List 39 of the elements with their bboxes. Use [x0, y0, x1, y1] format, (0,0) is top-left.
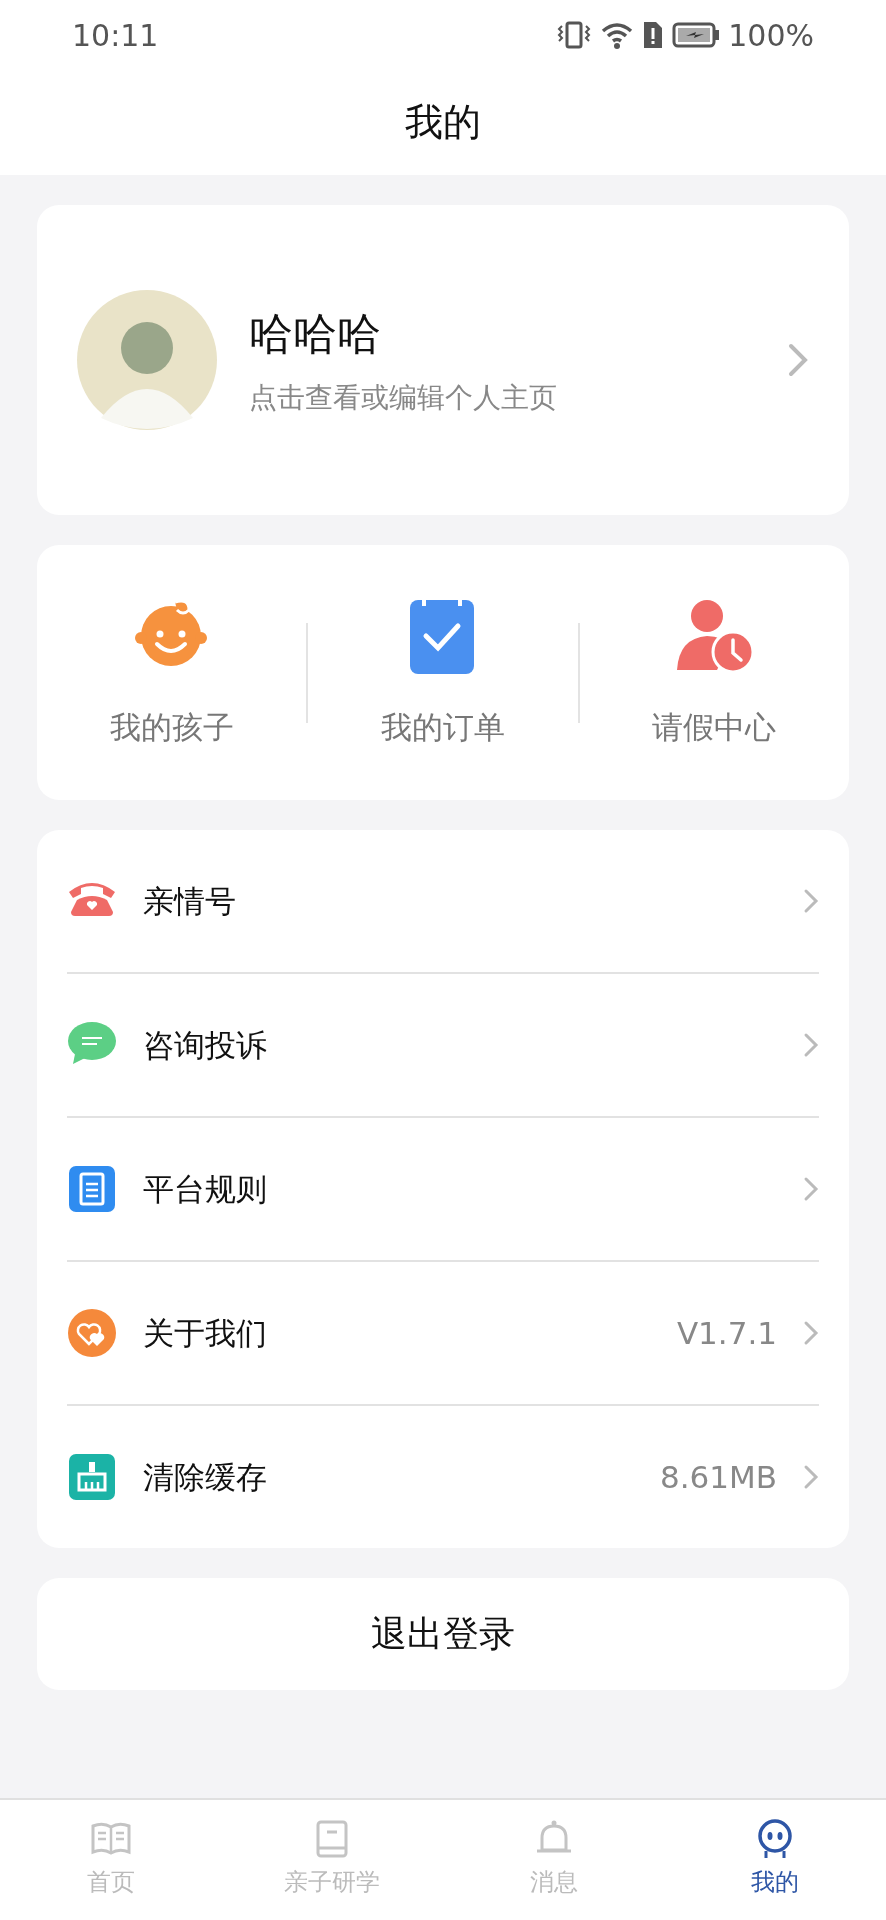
chevron-icon [787, 342, 809, 378]
shortcut-item[interactable]: 请假中心 [579, 594, 849, 751]
profile-card[interactable]: 哈哈哈 点击查看或编辑个人主页 [37, 205, 849, 515]
shortcut-label: 我的订单 [381, 708, 505, 748]
menu-item[interactable]: 平台规则 [37, 1118, 849, 1260]
user-name: 哈哈哈 [249, 307, 382, 361]
page-title: 我的 [405, 99, 481, 146]
chevron-icon [803, 1464, 819, 1490]
heart-circle-icon [67, 1308, 117, 1358]
menu-value: V1.7.1 [676, 1313, 777, 1353]
sim-alert-icon [642, 20, 665, 50]
menu-label: 清除缓存 [143, 1457, 268, 1497]
shortcut-label: 我的孩子 [109, 708, 234, 748]
menu-item[interactable]: 清除缓存 8.61MB [37, 1406, 849, 1548]
battery-icon [672, 21, 721, 49]
chevron-icon [803, 1176, 819, 1202]
menu-value: 8.61MB [659, 1457, 777, 1497]
status-time: 10:11 [72, 16, 159, 55]
menu-label: 平台规则 [143, 1169, 268, 1209]
vibrate-icon [556, 20, 593, 50]
menu-item[interactable]: 咨询投诉 [37, 974, 849, 1116]
wifi-icon [600, 20, 635, 50]
menu-item[interactable]: 亲情号 [37, 830, 849, 972]
document-icon [67, 1164, 117, 1214]
menu-label: 亲情号 [143, 881, 237, 921]
broom-icon [67, 1452, 117, 1502]
chevron-icon [803, 1032, 819, 1058]
shortcut-item[interactable]: 我的孩子 [37, 594, 307, 751]
tab-item[interactable]: 我的 [664, 1800, 886, 1920]
profile-hint: 点击查看或编辑个人主页 [249, 380, 558, 416]
shortcut-item[interactable]: 我的订单 [308, 594, 578, 751]
menu-label: 咨询投诉 [143, 1025, 268, 1065]
logout-button[interactable]: 退出登录 [37, 1578, 849, 1690]
menu-label: 关于我们 [143, 1313, 268, 1353]
battery-level: 100% [728, 16, 814, 55]
shortcut-label: 请假中心 [652, 708, 777, 748]
chevron-icon [803, 888, 819, 914]
chevron-icon [803, 1320, 819, 1346]
menu-item[interactable]: 关于我们 V1.7.1 [37, 1262, 849, 1404]
